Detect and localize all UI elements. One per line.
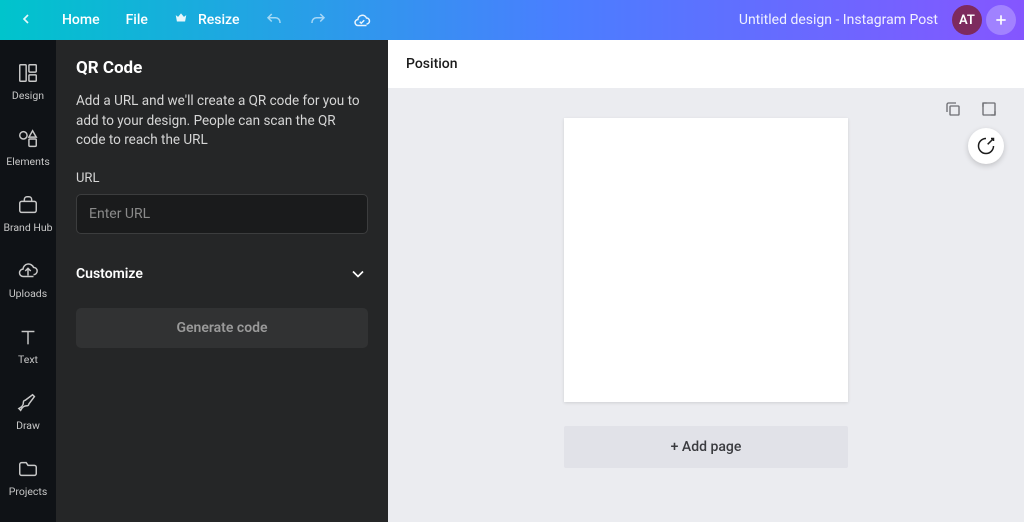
cloud-check-icon xyxy=(353,11,371,29)
redo-icon xyxy=(309,11,327,29)
customize-label: Customize xyxy=(76,266,143,282)
resize-label: Resize xyxy=(198,12,240,28)
canvas-toolbar: Position xyxy=(388,40,1024,88)
file-label: File xyxy=(126,12,148,28)
rail-label: Text xyxy=(18,353,38,366)
panel-description: Add a URL and we'll create a QR code for… xyxy=(76,92,368,151)
rail-design[interactable]: Design xyxy=(0,52,56,116)
share-plus-button[interactable] xyxy=(986,5,1016,35)
rail-label: Draw xyxy=(16,419,40,432)
rail-uploads[interactable]: Uploads xyxy=(0,250,56,314)
templates-icon xyxy=(17,62,39,84)
avatar[interactable]: AT xyxy=(952,5,982,35)
url-field-label: URL xyxy=(76,171,368,186)
home-label: Home xyxy=(62,12,100,28)
crown-icon xyxy=(174,11,192,29)
plus-icon xyxy=(993,12,1009,28)
magic-assist-button[interactable] xyxy=(968,128,1004,164)
document-title[interactable]: Untitled design - Instagram Post xyxy=(739,12,938,28)
rail-label: Brand Hub xyxy=(3,221,52,234)
expand-page-button[interactable] xyxy=(978,98,1000,120)
nav-rail: Design Elements Brand Hub Uploads xyxy=(0,40,56,522)
folder-icon xyxy=(17,458,39,480)
expand-icon xyxy=(980,100,998,118)
briefcase-icon xyxy=(17,194,39,216)
rail-label: Elements xyxy=(6,155,50,168)
top-toolbar: Home File Resize xyxy=(0,0,1024,40)
shapes-icon xyxy=(17,128,39,150)
undo-icon xyxy=(265,11,283,29)
side-panel: QR Code Add a URL and we'll create a QR … xyxy=(56,40,388,522)
page-controls xyxy=(942,98,1000,120)
design-page[interactable] xyxy=(564,118,848,402)
rail-label: Design xyxy=(12,89,44,102)
rail-label: Projects xyxy=(9,485,48,498)
duplicate-page-button[interactable] xyxy=(942,98,964,120)
position-button[interactable]: Position xyxy=(406,50,458,78)
avatar-initials: AT xyxy=(959,13,975,28)
text-icon xyxy=(17,326,39,348)
back-button[interactable] xyxy=(8,5,46,35)
resize-button[interactable]: Resize xyxy=(164,5,250,35)
generate-code-button[interactable]: Generate code xyxy=(76,308,368,348)
rail-text[interactable]: Text xyxy=(0,316,56,380)
chevron-down-icon xyxy=(348,264,368,284)
add-page-label: + Add page xyxy=(671,439,742,455)
canvas-area: Position xyxy=(388,40,1024,522)
panel-title: QR Code xyxy=(76,58,368,78)
home-button[interactable]: Home xyxy=(52,6,110,34)
duplicate-icon xyxy=(944,100,962,118)
chevron-left-icon xyxy=(18,11,36,29)
sparkle-icon xyxy=(976,136,996,156)
cloud-sync-button[interactable] xyxy=(343,5,381,35)
rail-label: Uploads xyxy=(9,287,47,300)
add-page-button[interactable]: + Add page xyxy=(564,426,848,468)
file-menu[interactable]: File xyxy=(116,6,158,34)
undo-button[interactable] xyxy=(255,5,293,35)
rail-brandhub[interactable]: Brand Hub xyxy=(0,184,56,248)
url-input[interactable] xyxy=(76,194,368,234)
redo-button[interactable] xyxy=(299,5,337,35)
rail-elements[interactable]: Elements xyxy=(0,118,56,182)
brush-icon xyxy=(17,392,39,414)
rail-projects[interactable]: Projects xyxy=(0,448,56,512)
customize-toggle[interactable]: Customize xyxy=(76,254,368,294)
cloud-upload-icon xyxy=(17,260,39,282)
workspace: + Add page xyxy=(388,88,1024,522)
rail-draw[interactable]: Draw xyxy=(0,382,56,446)
